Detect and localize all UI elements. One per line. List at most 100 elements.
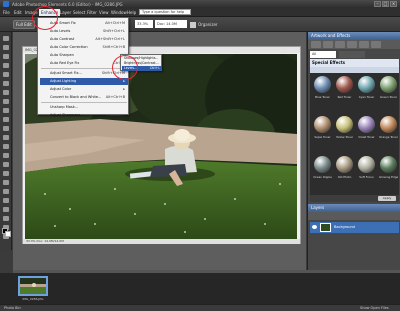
enhance-menu-item[interactable]: Unsharp Mask... xyxy=(40,104,128,111)
menu-item-shortcut: Alt+Shift+Ctrl+L xyxy=(95,37,125,41)
minimize-button[interactable]: – xyxy=(374,1,381,7)
menu-item-label: Auto Contrast xyxy=(50,37,75,41)
filters-tab-icon[interactable] xyxy=(335,41,345,48)
gradient-tool-icon[interactable] xyxy=(2,206,10,213)
menu-view[interactable]: View xyxy=(99,10,109,15)
doc-size-field: Doc: 14.0M xyxy=(155,20,187,28)
effects-tab-icon[interactable] xyxy=(359,41,369,48)
red-eye-tool-icon[interactable] xyxy=(2,143,10,150)
enhance-menu-item[interactable]: Auto Color Correction Shift+Ctrl+B xyxy=(40,44,128,51)
cookie-cutter-tool-icon[interactable] xyxy=(2,125,10,132)
title-bar: Adobe Photoshop Elements 6.0 (Editor) - … xyxy=(0,0,400,8)
crop-tool-icon[interactable] xyxy=(2,116,10,123)
effect-label: Blue Toner xyxy=(315,95,330,99)
visibility-eye-icon[interactable] xyxy=(312,225,317,229)
effect-thumbnail[interactable]: Green Toner xyxy=(379,76,398,104)
zoom-tool-icon[interactable] xyxy=(2,44,10,51)
effect-thumbnail[interactable]: Violet Toner xyxy=(357,116,376,144)
menu-item-label: Adjust Smart Fix... xyxy=(50,71,82,75)
effect-label: Cyan Toner xyxy=(358,95,375,99)
enhance-menu-item[interactable]: Adjust Lighting ▸ xyxy=(40,78,128,85)
hand-tool-icon[interactable] xyxy=(2,53,10,60)
selection-brush-tool-icon[interactable] xyxy=(2,98,10,105)
effect-preview-ball xyxy=(314,76,331,93)
enhance-menu-item[interactable]: Auto Contrast Alt+Shift+Ctrl+L xyxy=(40,36,128,43)
magic-wand-tool-icon[interactable] xyxy=(2,89,10,96)
effect-thumbnail[interactable]: Glowing Edges xyxy=(379,156,398,184)
menu-item-shortcut: Alt+Ctrl+M xyxy=(105,21,125,25)
effect-label: Red Toner xyxy=(337,95,352,99)
enhance-menu-item[interactable]: Convert to Black and White... Alt+Ctrl+B xyxy=(40,94,128,101)
effect-preview-ball xyxy=(336,156,353,173)
effect-thumbnail[interactable]: Soft Focus xyxy=(357,156,376,184)
annotation-circle-enhance xyxy=(32,6,58,30)
effect-thumbnail[interactable]: Ocean Ripple xyxy=(313,156,332,184)
effect-thumbnail[interactable]: Orange Toner xyxy=(379,116,398,144)
photo-bin-label[interactable]: Photo Bin xyxy=(4,306,21,310)
spot-healing-tool-icon[interactable] xyxy=(2,152,10,159)
favorites-tab-icon[interactable] xyxy=(371,41,381,48)
effect-thumbnail[interactable]: Blue Toner xyxy=(313,76,332,104)
menu-item-shortcut: Shift+Ctrl+B xyxy=(102,45,125,49)
layer-row[interactable]: Background xyxy=(310,222,399,233)
background-color-swatch[interactable] xyxy=(5,231,11,237)
menu-edit[interactable]: Edit xyxy=(14,10,22,15)
organizer-button[interactable]: Organizer xyxy=(190,20,220,29)
menu-help[interactable]: Help xyxy=(127,10,136,15)
effect-label: Soft Focus xyxy=(359,175,374,179)
menu-item-shortcut: ▸ xyxy=(123,87,125,91)
styles-tab-icon[interactable] xyxy=(347,41,357,48)
menu-item-label: Adjust Sharpness... xyxy=(50,113,84,117)
status-bar: Photo Bin Show Open Files xyxy=(0,304,400,311)
menu-filter[interactable]: Filter xyxy=(87,10,97,15)
eyedropper-tool-icon[interactable] xyxy=(2,62,10,69)
straighten-tool-icon[interactable] xyxy=(2,134,10,141)
effect-thumbnail[interactable]: Yellow Toner xyxy=(335,116,354,144)
effects-category-dropdown[interactable]: All xyxy=(310,51,336,58)
pencil-tool-icon[interactable] xyxy=(2,179,10,186)
shape-tool-icon[interactable] xyxy=(2,215,10,222)
paint-bucket-tool-icon[interactable] xyxy=(2,197,10,204)
type-tool-icon[interactable] xyxy=(2,107,10,114)
enhance-menu-item[interactable]: Adjust Color ▸ xyxy=(40,86,128,93)
menu-select[interactable]: Select xyxy=(73,10,85,15)
artwork-tab-icon[interactable] xyxy=(311,41,321,48)
theme-tab-icon[interactable] xyxy=(323,41,333,48)
menu-file[interactable]: File xyxy=(3,10,10,15)
photo-bin-thumbnail[interactable] xyxy=(18,276,48,296)
show-open-files-dropdown[interactable]: Show Open Files xyxy=(360,306,389,310)
apply-button[interactable]: Apply xyxy=(378,196,396,201)
effect-label: Glowing Edges xyxy=(379,175,398,179)
enhance-menu-item[interactable]: Auto Levels Shift+Ctrl+L xyxy=(40,28,128,35)
effect-thumbnail[interactable]: Old Photo xyxy=(335,156,354,184)
help-search-input[interactable]: Type a question for help xyxy=(139,9,191,15)
move-tool-icon[interactable] xyxy=(2,35,10,42)
menu-bar: File Edit Image Enhance Layer Select Fil… xyxy=(0,8,400,17)
menu-layer[interactable]: Layer xyxy=(60,10,71,15)
brush-tool-icon[interactable] xyxy=(2,188,10,195)
photo-bin-thumbnail-label: IMG_0286.JPG xyxy=(22,297,44,301)
menu-item-shortcut: Shift+Ctrl+L xyxy=(103,29,125,33)
annotation-circle-levels xyxy=(112,55,138,80)
menu-window[interactable]: Window xyxy=(111,10,127,15)
marquee-tool-icon[interactable] xyxy=(2,71,10,78)
menu-item-shortcut: Alt+Ctrl+B xyxy=(105,95,125,99)
enhance-menu-item[interactable]: Adjust Sharpness... xyxy=(40,112,128,119)
photo-bin: IMG_0286.JPG xyxy=(0,273,400,304)
effect-thumbnail[interactable]: Cyan Toner xyxy=(357,76,376,104)
clone-stamp-tool-icon[interactable] xyxy=(2,161,10,168)
artwork-effects-header[interactable]: Artwork and Effects xyxy=(308,32,400,40)
layers-header[interactable]: Layers xyxy=(308,204,400,212)
close-button[interactable]: × xyxy=(390,1,397,7)
zoom-field[interactable]: 33.3% xyxy=(135,20,153,28)
effect-preview-ball xyxy=(380,76,397,93)
lasso-tool-icon[interactable] xyxy=(2,80,10,87)
effect-thumbnail[interactable]: Sepia Toner xyxy=(313,116,332,144)
effect-thumbnail[interactable]: Red Toner xyxy=(335,76,354,104)
menu-item-label: Auto Red Eye Fix xyxy=(50,61,80,65)
effects-subcategory-dropdown[interactable] xyxy=(339,51,365,58)
eraser-tool-icon[interactable] xyxy=(2,170,10,177)
effect-label: Orange Toner xyxy=(379,135,398,139)
palette-bin: Artwork and Effects All Special Effects … xyxy=(307,32,400,270)
maximize-button[interactable]: □ xyxy=(382,1,389,7)
